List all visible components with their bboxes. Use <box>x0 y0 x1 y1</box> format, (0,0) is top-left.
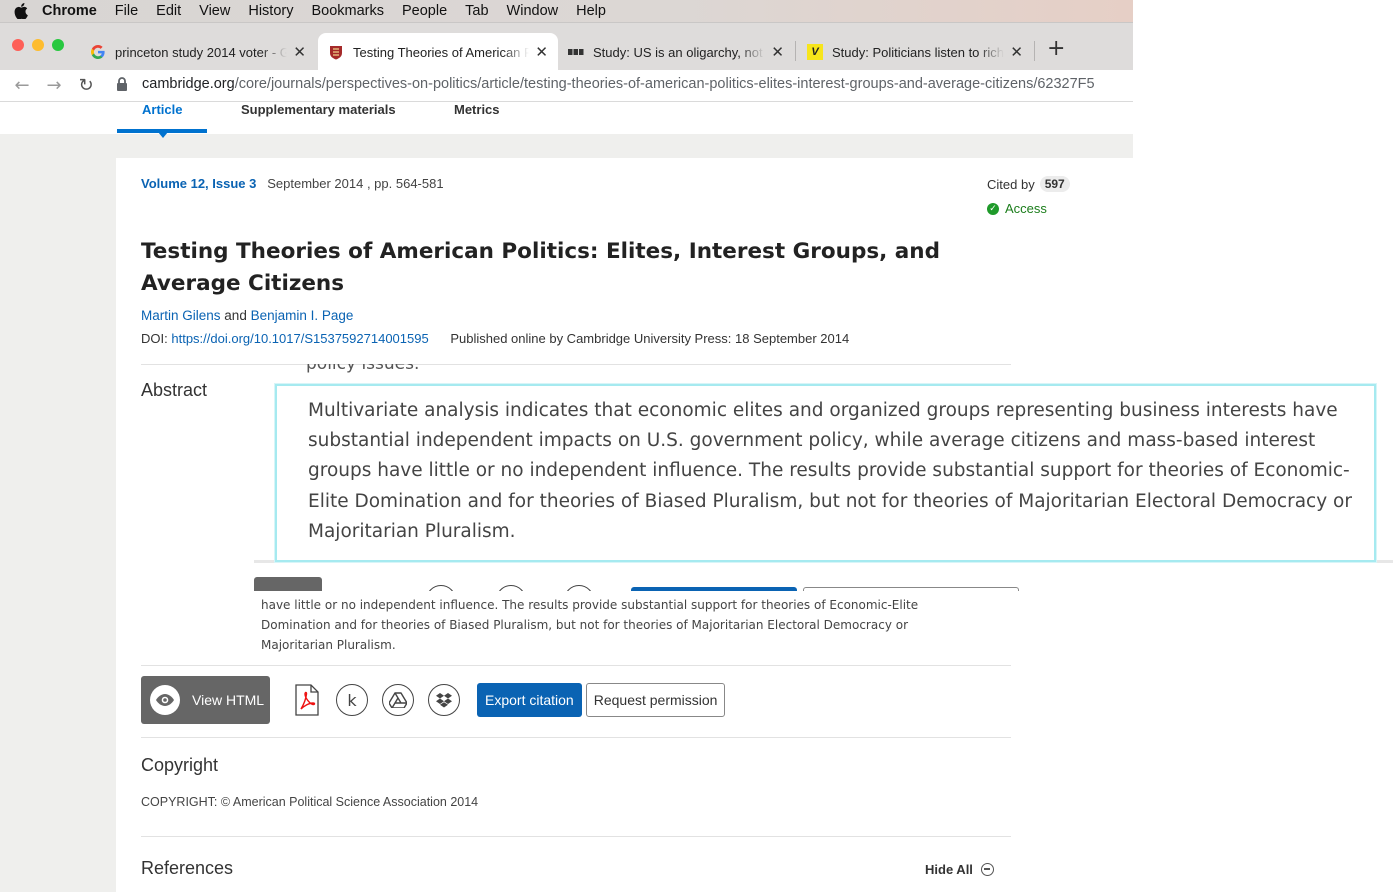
doi-label: DOI: <box>141 331 168 346</box>
fragment-circle-icon <box>496 585 526 591</box>
menu-edit[interactable]: Edit <box>156 3 181 19</box>
browser-tab-strip: princeton study 2014 voter - G ✕ Testing… <box>0 22 1133 71</box>
active-tab-caret-icon <box>158 132 168 138</box>
tab-separator <box>795 41 796 61</box>
browser-tab-cambridge[interactable]: Testing Theories of American P ✕ <box>318 33 558 71</box>
menu-help[interactable]: Help <box>576 3 606 19</box>
hide-all-toggle[interactable]: Hide All <box>925 862 994 877</box>
article-tools: View HTML k Export citation Request perm… <box>141 676 726 724</box>
zoom-window-button[interactable] <box>52 39 64 51</box>
reload-icon[interactable]: ↻ <box>70 75 102 96</box>
window-controls <box>12 39 64 51</box>
new-tab-plus-icon[interactable]: + <box>1047 36 1065 61</box>
tab-title: Testing Theories of American P <box>353 44 530 60</box>
zoomed-abstract-text: Multivariate analysis indicates that eco… <box>308 400 1352 542</box>
view-html-label: View HTML <box>192 692 265 708</box>
pdf-icon[interactable] <box>294 684 320 716</box>
doi-line: DOI: https://doi.org/10.1017/S1537592714… <box>141 331 849 346</box>
fragment-circle-icon <box>426 585 456 591</box>
browser-toolbar: ← → ↻ cambridge.org/core/journals/perspe… <box>0 70 1133 102</box>
fragment-view-html <box>254 577 322 591</box>
author-link[interactable]: Martin Gilens <box>141 308 221 323</box>
abstract-text-fragment: policy issues. <box>306 354 420 374</box>
tab-separator <box>1034 41 1035 61</box>
view-html-button[interactable]: View HTML <box>141 676 270 724</box>
dropbox-icon[interactable] <box>428 684 460 716</box>
hide-all-label: Hide All <box>925 862 973 877</box>
menu-file[interactable]: File <box>115 3 138 19</box>
author-link[interactable]: Benjamin I. Page <box>251 308 354 323</box>
close-tab-icon[interactable]: ✕ <box>535 43 548 61</box>
url-domain: cambridge.org <box>142 76 235 92</box>
overlay-fragment-strip <box>254 577 1024 591</box>
browser-tab-vox[interactable]: V Study: Politicians listen to rich ✕ <box>797 33 1033 71</box>
apple-menu-icon[interactable] <box>0 3 42 19</box>
issue-info: Volume 12, Issue 3 September 2014 , pp. … <box>141 176 444 191</box>
close-window-button[interactable] <box>12 39 24 51</box>
address-bar[interactable]: cambridge.org/core/journals/perspectives… <box>115 76 1095 92</box>
close-tab-icon[interactable]: ✕ <box>1010 43 1023 61</box>
menu-window[interactable]: Window <box>507 3 559 19</box>
menu-history[interactable]: History <box>248 3 293 19</box>
vox-icon: V <box>807 44 823 60</box>
copyright-text: COPYRIGHT: © American Political Science … <box>141 795 479 809</box>
cited-by[interactable]: Cited by 597 <box>987 176 1070 192</box>
bbc-icon <box>568 44 584 60</box>
check-circle-icon: ✓ <box>987 202 999 215</box>
abstract-text: have little or no independent influence.… <box>261 598 919 652</box>
tab-title: Study: Politicians listen to rich <box>832 44 1004 60</box>
access-label: Access <box>1005 201 1047 216</box>
export-citation-button[interactable]: Export citation <box>477 683 582 717</box>
divider <box>141 737 1011 738</box>
divider <box>141 364 1011 365</box>
forward-arrow-icon[interactable]: → <box>38 75 70 96</box>
menu-tab[interactable]: Tab <box>465 3 488 19</box>
article-subnav: Article Supplementary materials Metrics <box>0 102 1133 138</box>
issue-date-pages: September 2014 , pp. 564-581 <box>267 176 444 191</box>
divider <box>141 836 1011 837</box>
tab-supplementary-materials[interactable]: Supplementary materials <box>241 102 396 117</box>
tab-title: Study: US is an oligarchy, not a <box>593 44 766 60</box>
copyright-heading: Copyright <box>141 755 219 775</box>
browser-tab-google[interactable]: princeton study 2014 voter - G ✕ <box>80 33 316 71</box>
cited-by-count: 597 <box>1039 176 1070 192</box>
fragment-request-button <box>803 587 1019 591</box>
menu-bookmarks[interactable]: Bookmarks <box>311 3 384 19</box>
request-permission-button[interactable]: Request permission <box>585 683 726 717</box>
eye-icon <box>150 685 180 715</box>
zoomed-abstract-overlay: Multivariate analysis indicates that eco… <box>275 384 1376 562</box>
back-arrow-icon[interactable]: ← <box>6 75 38 96</box>
published-online: Published online by Cambridge University… <box>450 331 850 346</box>
cited-by-label: Cited by <box>987 176 1035 192</box>
minus-circle-icon <box>980 863 994 876</box>
minimize-window-button[interactable] <box>32 39 44 51</box>
access-status: ✓ Access <box>987 201 1047 216</box>
volume-issue-link[interactable]: Volume 12, Issue 3 <box>141 176 256 191</box>
close-tab-icon[interactable]: ✕ <box>293 43 306 61</box>
article-authors: Martin Gilens and Benjamin I. Page <box>141 308 353 323</box>
divider <box>141 665 1011 666</box>
tab-article[interactable]: Article <box>142 102 182 117</box>
macos-menubar: Chrome File Edit View History Bookmarks … <box>0 0 1133 22</box>
abstract-heading: Abstract <box>141 380 208 400</box>
fragment-export-button <box>631 587 797 591</box>
authors-conjunction: and <box>224 308 247 323</box>
fragment-circle-icon <box>564 585 594 591</box>
google-drive-icon[interactable] <box>382 684 414 716</box>
google-icon <box>90 44 106 60</box>
cambridge-shield-icon <box>328 44 344 60</box>
menu-view[interactable]: View <box>199 3 230 19</box>
kindle-icon[interactable]: k <box>336 684 368 716</box>
menu-app-name[interactable]: Chrome <box>42 3 97 19</box>
doi-link[interactable]: https://doi.org/10.1017/S153759271400159… <box>171 331 428 346</box>
browser-tab-bbc[interactable]: Study: US is an oligarchy, not a ✕ <box>558 33 794 71</box>
close-tab-icon[interactable]: ✕ <box>771 43 784 61</box>
tab-metrics[interactable]: Metrics <box>454 102 500 117</box>
menu-people[interactable]: People <box>402 3 447 19</box>
url-path: /core/journals/perspectives-on-politics/… <box>234 76 1095 92</box>
lock-icon <box>117 77 127 91</box>
references-heading: References <box>141 858 234 878</box>
article-title: Testing Theories of American Politics: E… <box>141 239 940 296</box>
tab-title: princeton study 2014 voter - G <box>115 44 288 60</box>
